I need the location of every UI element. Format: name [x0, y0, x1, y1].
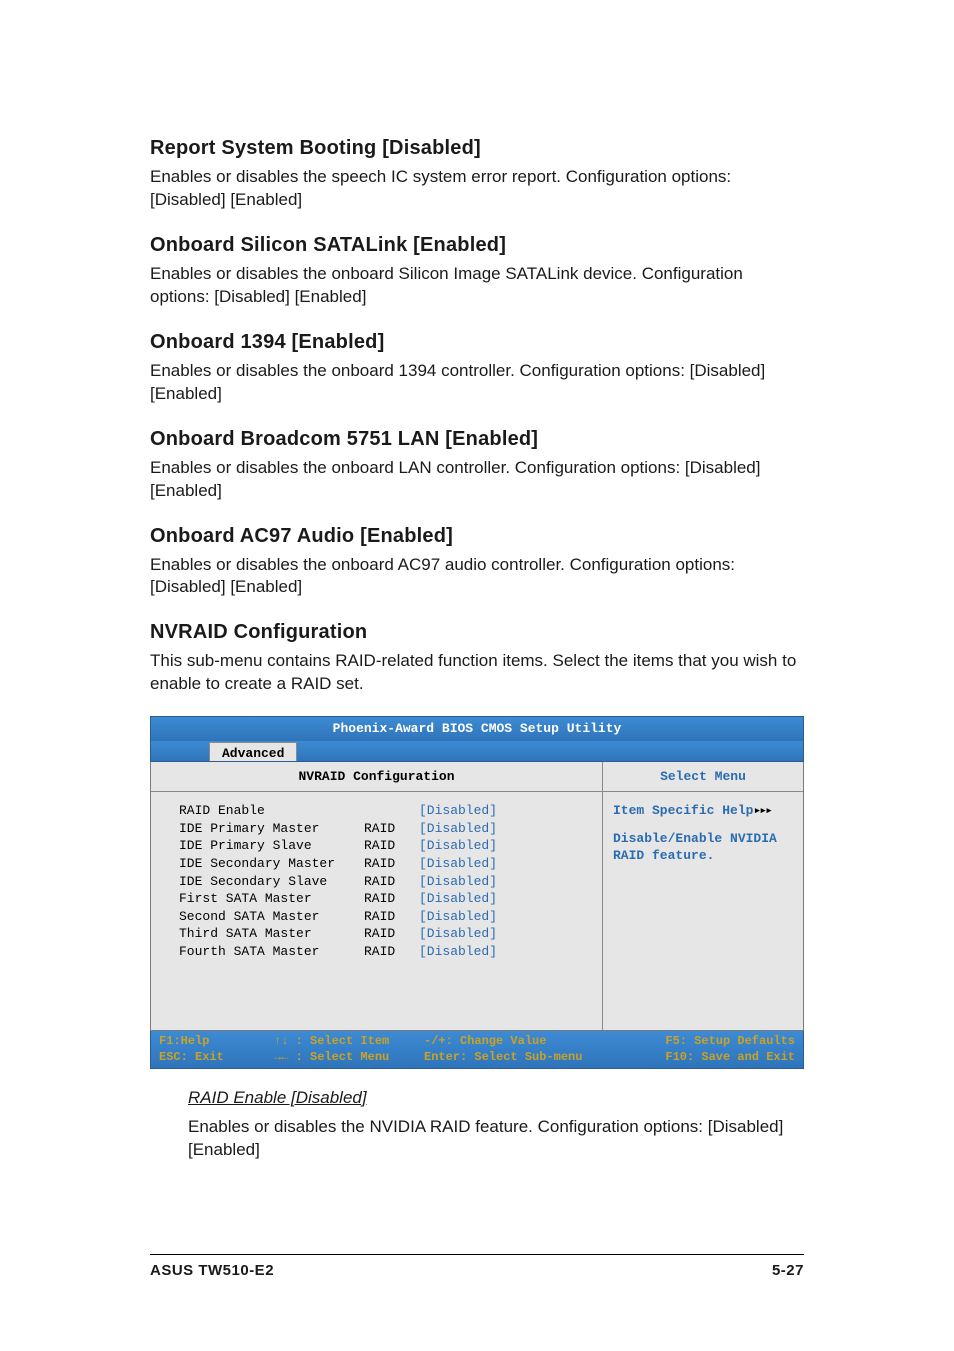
bios-option-row[interactable]: IDE Primary SlaveRAID[Disabled]	[179, 837, 582, 855]
bios-footer: F1:Help ↑↓ : Select Item -/+: Change Val…	[150, 1031, 804, 1068]
bios-option-row[interactable]: Third SATA MasterRAID[Disabled]	[179, 925, 582, 943]
bios-option-row[interactable]: Fourth SATA MasterRAID[Disabled]	[179, 943, 582, 961]
bios-screenshot: Phoenix-Award BIOS CMOS Setup Utility Ad…	[150, 716, 804, 1068]
bios-option-value[interactable]: [Disabled]	[419, 943, 497, 961]
bios-option-type: RAID	[364, 837, 419, 855]
bios-option-list: RAID Enable [Disabled] IDE Primary Master…	[151, 792, 602, 1030]
subitem-title: RAID Enable [Disabled]	[188, 1087, 804, 1110]
section-body: This sub-menu contains RAID-related func…	[150, 650, 804, 696]
bios-tab-advanced[interactable]: Advanced	[209, 742, 297, 761]
bios-option-label: Second SATA Master	[179, 908, 364, 926]
section-body: Enables or disables the onboard 1394 con…	[150, 360, 804, 406]
section-body: Enables or disables the onboard Silicon …	[150, 263, 804, 309]
bios-option-type: RAID	[364, 943, 419, 961]
bios-key-enter: Enter: Select Sub-menu	[424, 1049, 624, 1065]
bios-option-label: Fourth SATA Master	[179, 943, 364, 961]
page-footer: ASUS TW510-E2 5-27	[150, 1254, 804, 1281]
bios-option-type: RAID	[364, 890, 419, 908]
section-body: Enables or disables the onboard LAN cont…	[150, 457, 804, 503]
bios-option-row[interactable]: Second SATA MasterRAID[Disabled]	[179, 908, 582, 926]
bios-option-value[interactable]: [Disabled]	[419, 820, 497, 838]
bios-header: Phoenix-Award BIOS CMOS Setup Utility	[150, 716, 804, 741]
bios-option-value[interactable]: [Disabled]	[419, 873, 497, 891]
triangle-right-icon: ▸▸▸	[753, 803, 770, 818]
bios-option-label: RAID Enable	[179, 802, 364, 820]
bios-option-row[interactable]: RAID Enable [Disabled]	[179, 802, 582, 820]
bios-option-type: RAID	[364, 925, 419, 943]
bios-option-label: Third SATA Master	[179, 925, 364, 943]
bios-option-type: RAID	[364, 873, 419, 891]
bios-option-value[interactable]: [Disabled]	[419, 837, 497, 855]
bios-option-type: RAID	[364, 855, 419, 873]
section-title: Onboard AC97 Audio [Enabled]	[150, 523, 804, 550]
section-body: Enables or disables the speech IC system…	[150, 166, 804, 212]
bios-left-title: NVRAID Configuration	[151, 762, 602, 793]
bios-option-label: IDE Primary Slave	[179, 837, 364, 855]
bios-menubar: Advanced	[150, 741, 804, 762]
bios-help-panel: Item Specific Help▸▸▸ Disable/Enable NVI…	[603, 792, 803, 875]
section-title: Onboard Broadcom 5751 LAN [Enabled]	[150, 426, 804, 453]
bios-help-body: Disable/Enable NVIDIA RAID feature.	[613, 830, 793, 865]
bios-option-type: RAID	[364, 908, 419, 926]
subitem-body: Enables or disables the NVIDIA RAID feat…	[188, 1116, 804, 1162]
bios-option-value[interactable]: [Disabled]	[419, 802, 497, 820]
bios-option-row[interactable]: First SATA MasterRAID[Disabled]	[179, 890, 582, 908]
footer-right: 5-27	[772, 1261, 804, 1281]
section-body: Enables or disables the onboard AC97 aud…	[150, 554, 804, 600]
section-title: Onboard 1394 [Enabled]	[150, 329, 804, 356]
bios-option-type: RAID	[364, 820, 419, 838]
bios-key-plusminus: -/+: Change Value	[424, 1033, 624, 1049]
bios-option-row[interactable]: IDE Secondary SlaveRAID[Disabled]	[179, 873, 582, 891]
bios-key-leftright: →← : Select Menu	[274, 1049, 424, 1065]
bios-option-value[interactable]: [Disabled]	[419, 925, 497, 943]
bios-key-esc: ESC: Exit	[159, 1049, 274, 1065]
bios-key-f10: F10: Save and Exit	[624, 1049, 795, 1065]
bios-option-label: First SATA Master	[179, 890, 364, 908]
bios-option-label: IDE Secondary Slave	[179, 873, 364, 891]
bios-help-heading: Item Specific Help	[613, 803, 753, 818]
bios-key-updown: ↑↓ : Select Item	[274, 1033, 424, 1049]
section-title: Report System Booting [Disabled]	[150, 135, 804, 162]
bios-option-label: IDE Secondary Master	[179, 855, 364, 873]
bios-key-f1: F1:Help	[159, 1033, 274, 1049]
bios-option-row[interactable]: IDE Primary MasterRAID[Disabled]	[179, 820, 582, 838]
bios-key-f5: F5: Setup Defaults	[624, 1033, 795, 1049]
section-title: NVRAID Configuration	[150, 619, 804, 646]
bios-option-type	[364, 802, 419, 820]
section-title: Onboard Silicon SATALink [Enabled]	[150, 232, 804, 259]
bios-option-row[interactable]: IDE Secondary MasterRAID[Disabled]	[179, 855, 582, 873]
footer-left: ASUS TW510-E2	[150, 1261, 274, 1281]
bios-option-value[interactable]: [Disabled]	[419, 855, 497, 873]
bios-option-label: IDE Primary Master	[179, 820, 364, 838]
bios-option-value[interactable]: [Disabled]	[419, 890, 497, 908]
bios-option-value[interactable]: [Disabled]	[419, 908, 497, 926]
bios-right-title: Select Menu	[603, 762, 803, 793]
